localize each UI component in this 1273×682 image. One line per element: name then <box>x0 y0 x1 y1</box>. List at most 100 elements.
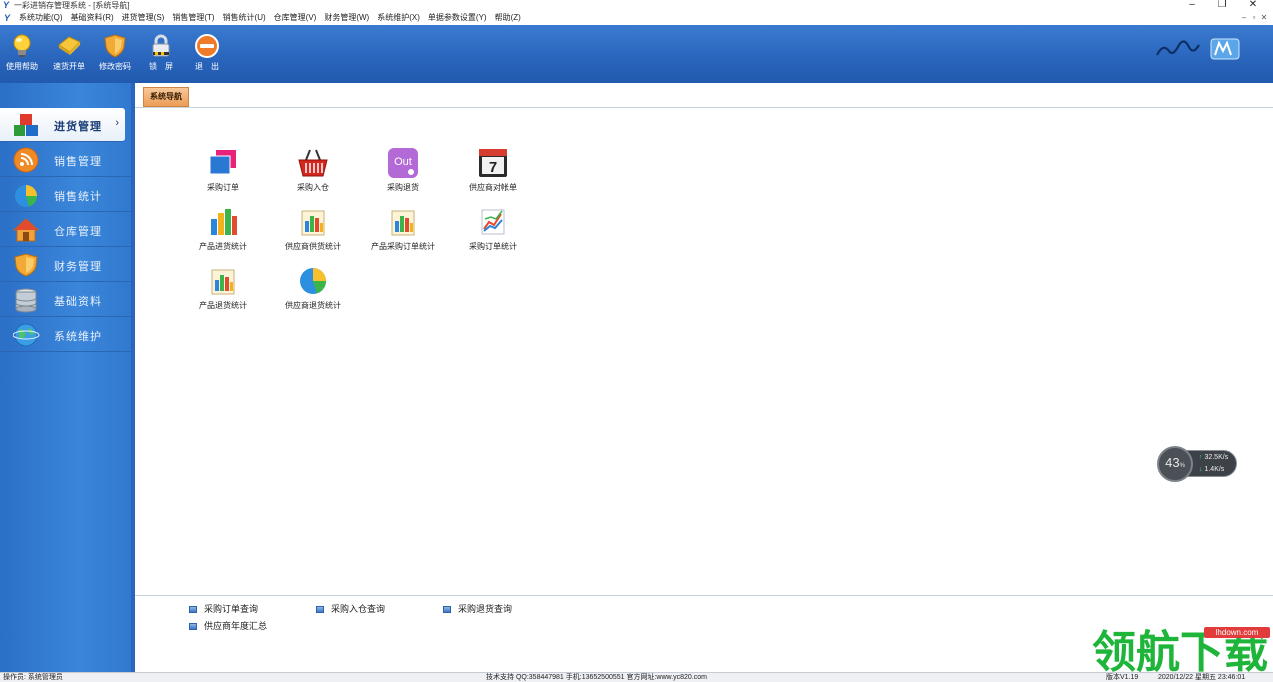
tile-purchase-inbound[interactable]: 采购入仓 <box>273 146 353 196</box>
tile-product-inbound-stats[interactable]: 产品进货统计 <box>183 205 263 255</box>
tab-system-navigation[interactable]: 系统导航 <box>143 87 189 107</box>
status-support: 技术支持 QQ:358447981 手机:13652500551 官方网址:ww… <box>486 674 707 681</box>
sidebar-item-label: 进货管理 <box>54 121 102 133</box>
bar-chart-icon <box>211 209 237 235</box>
purchase-order-icon <box>209 150 236 175</box>
bullet-icon <box>189 623 197 630</box>
change-password-label: 修改密码 <box>99 62 131 71</box>
app-logo-icon: Y <box>3 0 10 10</box>
sidebar-item-basic-data[interactable]: 基础资料 <box>0 283 131 317</box>
bullet-icon <box>189 606 197 613</box>
globe-icon <box>13 323 40 347</box>
padlock-icon <box>152 34 170 57</box>
link-label: 采购订单查询 <box>204 604 259 614</box>
menu-bar: Y 系统功能(Q) 基础资料(R) 进货管理(S) 销售管理(T) 销售统计(U… <box>0 11 1273 25</box>
book-chart-icon <box>301 210 325 236</box>
sidebar-item-purchase[interactable]: 进货管理 › <box>0 108 125 142</box>
link-inbound-query[interactable]: 采购入仓查询 <box>316 602 385 615</box>
calendar-icon: 7 <box>479 149 507 177</box>
tile-supplier-return-stats[interactable]: 供应商退货统计 <box>273 264 353 314</box>
sidebar-item-label: 财务管理 <box>54 261 102 273</box>
link-supplier-annual-summary[interactable]: 供应商年度汇总 <box>189 619 267 632</box>
tile-label: 采购入仓 <box>297 183 329 192</box>
upload-speed: ↑ 32.5K/s <box>1199 454 1229 461</box>
tile-supplier-supply-stats[interactable]: 供应商供货统计 <box>273 205 353 255</box>
usage-percent: 43% <box>1165 455 1185 470</box>
watermark-domain: lhdown.com <box>1204 627 1270 638</box>
menu-system[interactable]: 系统功能(Q) <box>19 11 63 25</box>
pie-chart-icon <box>15 185 37 207</box>
sidebar-item-label: 仓库管理 <box>54 226 102 238</box>
sidebar-item-finance[interactable]: 财务管理 <box>0 248 131 282</box>
sidebar-item-sales[interactable]: 销售管理 <box>0 143 131 177</box>
menu-basic-data[interactable]: 基础资料(R) <box>71 11 114 25</box>
tile-label: 产品采购订单统计 <box>371 242 435 251</box>
tile-purchase-order[interactable]: 采购订单 <box>183 146 263 196</box>
menu-purchase[interactable]: 进货管理(S) <box>122 11 165 25</box>
out-icon: Out <box>388 148 418 178</box>
menu-finance[interactable]: 财务管理(W) <box>324 11 369 25</box>
tile-po-stats[interactable]: 采购订单统计 <box>453 205 533 255</box>
status-version: 版本V1.19 <box>1106 674 1139 681</box>
menu-maintenance[interactable]: 系统维护(X) <box>377 11 420 25</box>
tile-product-po-stats[interactable]: 产品采购订单统计 <box>363 205 443 255</box>
minimize-button[interactable]: – <box>1180 0 1204 10</box>
svg-text:7: 7 <box>489 159 497 176</box>
menu-warehouse[interactable]: 仓库管理(V) <box>274 11 317 25</box>
watermark: 领航下载 lhdown.com <box>1092 626 1272 678</box>
basket-icon <box>298 149 328 177</box>
mdi-close-button[interactable]: ✕ <box>1259 12 1269 23</box>
status-operator: 操作员: 系统管理员 <box>3 674 63 681</box>
exit-icon <box>195 34 219 58</box>
menu-sales[interactable]: 销售管理(T) <box>172 11 214 25</box>
close-button[interactable]: ✕ <box>1241 0 1265 10</box>
brand-logo-icon <box>1156 38 1240 60</box>
lock-screen-button[interactable]: 锁 屏 <box>140 33 182 79</box>
tile-label: 供应商对帐单 <box>469 183 517 192</box>
tab-strip: 系统导航 <box>135 83 1273 108</box>
svg-text:Out: Out <box>394 156 412 168</box>
maximize-button[interactable]: ❐ <box>1210 0 1234 10</box>
line-chart-icon <box>481 209 505 235</box>
network-speed-widget[interactable]: 43% ↑ 32.5K/s ↓ 1.4K/s <box>1157 446 1237 482</box>
link-label: 采购退货查询 <box>458 604 513 614</box>
help-label: 使用帮助 <box>6 62 38 71</box>
sidebar-item-warehouse[interactable]: 仓库管理 <box>0 213 131 247</box>
link-label: 采购入仓查询 <box>331 604 386 614</box>
tile-product-return-stats[interactable]: 产品退货统计 <box>183 264 263 314</box>
mdi-controls: – ▫ ✕ <box>1239 12 1269 23</box>
link-po-query[interactable]: 采购订单查询 <box>189 602 258 615</box>
sidebar-item-label: 系统维护 <box>54 331 102 343</box>
mdi-minimize-button[interactable]: – <box>1239 12 1249 23</box>
status-bar: 操作员: 系统管理员 技术支持 QQ:358447981 手机:13652500… <box>0 672 1273 682</box>
toolbar: 使用帮助 速货开单 修改密码 锁 屏 退 出 <box>0 25 1273 83</box>
menu-help[interactable]: 帮助(Z) <box>495 11 521 25</box>
house-icon <box>13 218 40 242</box>
title-bar: Y 一彩进销存管理系统 - [系统导航] – ❐ ✕ <box>0 0 1273 11</box>
tile-label: 采购退货 <box>387 183 419 192</box>
change-password-button[interactable]: 修改密码 <box>94 33 136 79</box>
menu-doc-params[interactable]: 单据参数设置(Y) <box>428 11 487 25</box>
shield-icon <box>14 253 38 277</box>
database-icon <box>15 288 37 313</box>
sidebar-item-label: 销售管理 <box>54 156 102 168</box>
sidebar-item-maintenance[interactable]: 系统维护 <box>0 318 131 352</box>
link-return-query[interactable]: 采购退货查询 <box>443 602 512 615</box>
lightbulb-icon <box>13 34 31 57</box>
tile-supplier-statement[interactable]: 7 供应商对帐单 <box>453 146 533 196</box>
help-button[interactable]: 使用帮助 <box>1 33 43 79</box>
tile-label: 采购订单 <box>207 183 239 192</box>
quick-order-button[interactable]: 速货开单 <box>48 33 90 79</box>
exit-button[interactable]: 退 出 <box>186 33 228 79</box>
sidebar-item-sales-stats[interactable]: 销售统计 <box>0 178 131 212</box>
sidebar-item-label: 销售统计 <box>54 191 102 203</box>
menu-sales-stats[interactable]: 销售统计(U) <box>223 11 266 25</box>
tile-label: 供应商供货统计 <box>285 242 341 251</box>
exit-label: 退 出 <box>195 62 219 71</box>
sidebar: 进货管理 › 销售管理 销售统计 仓库管理 财务管理 基础资料 系统维护 <box>0 83 131 672</box>
tile-purchase-return[interactable]: Out 采购退货 <box>363 146 443 196</box>
book-chart-icon <box>391 210 415 236</box>
tile-label: 供应商退货统计 <box>285 301 341 310</box>
mdi-restore-button[interactable]: ▫ <box>1249 12 1259 23</box>
tile-label: 采购订单统计 <box>469 242 517 251</box>
